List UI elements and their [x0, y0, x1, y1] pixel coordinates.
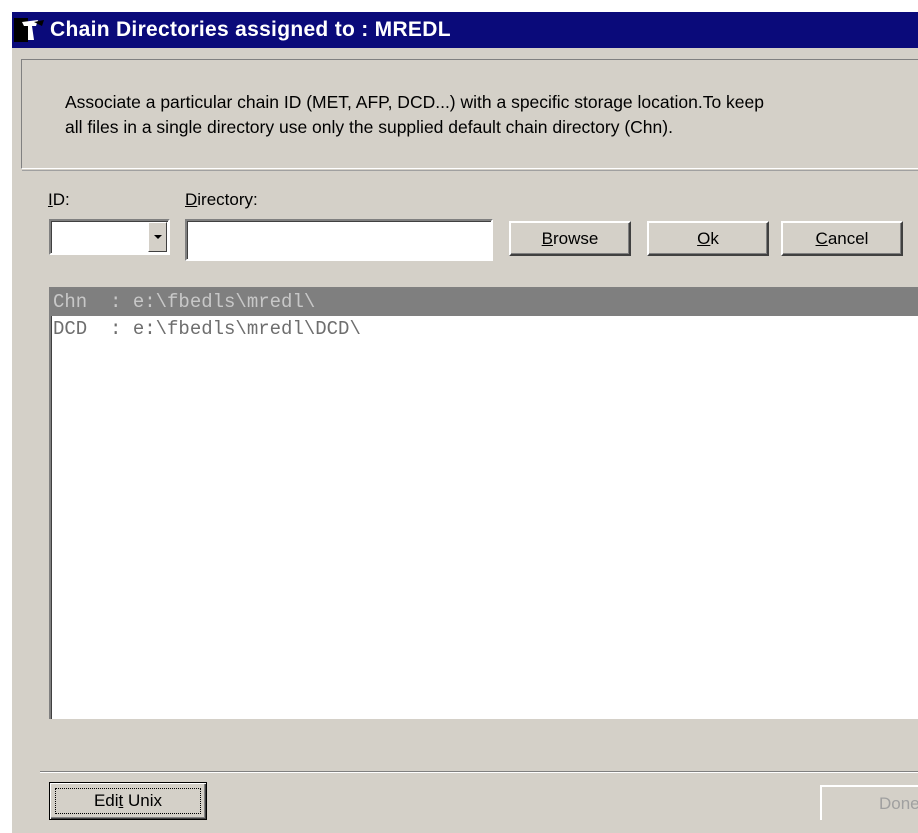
done-button[interactable]: Done: [820, 785, 918, 820]
app-icon: [14, 14, 50, 46]
directory-input[interactable]: [185, 219, 493, 261]
combobox-dropdown-button[interactable]: [148, 222, 167, 252]
dialog-window: Chain Directories assigned to : MREDL As…: [10, 10, 918, 833]
directory-label: Directory:: [185, 190, 258, 209]
cancel-button[interactable]: Cancel: [781, 221, 903, 256]
done-label: Done: [879, 793, 918, 813]
title-bar[interactable]: Chain Directories assigned to : MREDL: [12, 12, 918, 48]
description-text: Associate a particular chain ID (MET, AF…: [65, 92, 765, 137]
id-label: ID:: [48, 190, 70, 209]
bottom-separator: [40, 771, 918, 773]
browse-button[interactable]: Browse: [509, 221, 631, 256]
list-item-dcd[interactable]: DCD : e:\fbedls\mredl\DCD\: [51, 316, 918, 343]
id-combobox[interactable]: [49, 219, 170, 255]
chain-directory-list[interactable]: Chn : e:\fbedls\mredl\ DCD : e:\fbedls\m…: [49, 287, 918, 719]
list-item-chn[interactable]: Chn : e:\fbedls\mredl\: [51, 289, 918, 316]
chevron-down-icon: [153, 235, 162, 239]
window-title: Chain Directories assigned to : MREDL: [50, 18, 451, 41]
description-panel: Associate a particular chain ID (MET, AF…: [21, 59, 918, 171]
ok-button[interactable]: Ok: [647, 221, 769, 256]
edit-unix-button[interactable]: Edit Unix: [49, 782, 207, 820]
focus-rectangle: [55, 788, 201, 814]
